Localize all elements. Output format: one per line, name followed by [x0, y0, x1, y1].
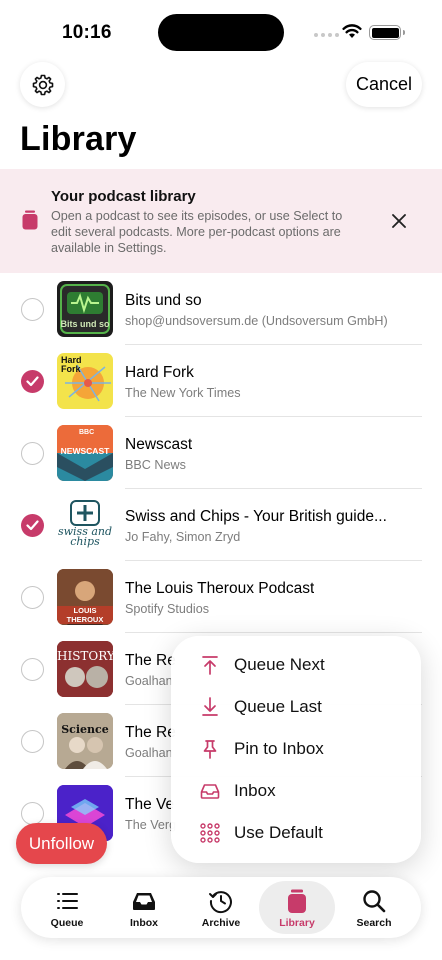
status-time: 10:16 [62, 22, 112, 43]
artwork-caption: LOUIS THEROUX [57, 606, 113, 624]
library-icon [22, 210, 38, 230]
artwork-caption: Science [61, 723, 109, 736]
wifi-icon [342, 24, 362, 38]
tab-archive[interactable]: Archive [183, 881, 259, 934]
page-title: Library [20, 120, 137, 158]
tab-label: Library [279, 917, 315, 929]
arrow-up-to-line-icon [202, 656, 218, 675]
cellular-signal-icon [314, 33, 339, 37]
battery-icon [369, 25, 405, 40]
selection-circle[interactable] [21, 442, 44, 465]
artwork-caption: NEWSCAST [60, 446, 110, 456]
podcast-author: BBC News [125, 458, 186, 472]
podcast-title: Hard Fork [125, 364, 194, 381]
podcast-artwork: BBC NEWSCAST [57, 425, 113, 481]
podcast-author: Jo Fahy, Simon Zryd [125, 530, 241, 544]
podcast-title: Newscast [125, 436, 193, 453]
podcast-artwork: HISTORY [57, 641, 113, 697]
podcast-artwork: LOUIS THEROUX [57, 569, 113, 625]
podcast-title: The Ve [125, 796, 175, 813]
selection-circle[interactable] [21, 658, 44, 681]
magnifier-icon [363, 890, 386, 913]
podcast-title: The Louis Theroux Podcast [125, 580, 315, 597]
unfollow-button[interactable]: Unfollow [16, 823, 107, 864]
menu-item-inbox[interactable]: Inbox [171, 771, 421, 811]
podcast-row[interactable]: swiss and chips Swiss and Chips - Your B… [0, 489, 442, 561]
podcast-artwork: Science [57, 713, 113, 769]
artwork-caption: swiss and chips [57, 525, 113, 548]
selection-circle[interactable] [21, 802, 44, 825]
close-icon[interactable] [388, 210, 410, 232]
artwork-caption: HISTORY [57, 649, 113, 663]
artwork-badge: BBC [79, 429, 95, 436]
tab-label: Search [356, 917, 392, 929]
podcast-title: The Re [125, 652, 176, 669]
podcast-author: The New York Times [125, 386, 241, 400]
banner-text: Open a podcast to see its episodes, or u… [51, 209, 343, 255]
grid-dots-icon [200, 823, 220, 843]
menu-item-queue-next[interactable]: Queue Next [171, 645, 421, 685]
tab-label: Queue [50, 917, 84, 929]
inbox-icon [133, 893, 155, 910]
podcast-author: shop@undsoversum.de (Undsoversum GmbH) [125, 314, 388, 328]
list-icon [57, 893, 78, 909]
menu-item-label: Queue Next [234, 655, 325, 674]
tab-queue[interactable]: Queue [29, 881, 105, 934]
podcast-artwork: swiss and chips [57, 497, 113, 553]
tab-search[interactable]: Search [336, 881, 412, 934]
podcast-artwork: Bits und so [57, 281, 113, 337]
podcast-row[interactable]: BBC NEWSCAST Newscast BBC News [0, 417, 442, 489]
tab-label: Inbox [130, 917, 158, 929]
library-icon [288, 889, 306, 913]
selection-circle-checked[interactable] [21, 370, 44, 393]
artwork-caption: Bits und so [60, 319, 110, 329]
podcast-row[interactable]: Bits und so Bits und so shop@undsoversum… [0, 273, 442, 345]
people-art-icon [57, 713, 113, 769]
context-menu: Queue Next Queue Last Pin to Inbox Inbox… [171, 636, 421, 863]
selection-circle-checked[interactable] [21, 514, 44, 537]
tab-inbox[interactable]: Inbox [106, 881, 182, 934]
inbox-tray-icon [200, 784, 220, 799]
banner-title: Your podcast library [51, 188, 196, 205]
artwork-caption: Hard Fork [61, 355, 82, 374]
menu-item-label: Queue Last [234, 697, 322, 716]
arrow-down-to-line-icon [202, 697, 218, 716]
clock-history-icon [209, 891, 232, 914]
podcast-author: Goalhan [125, 746, 173, 760]
menu-item-use-default[interactable]: Use Default [171, 813, 421, 853]
menu-item-label: Pin to Inbox [234, 739, 324, 758]
checkmark-icon [26, 520, 39, 531]
podcast-author: The Verg [125, 818, 177, 832]
podcast-title: The Re [125, 724, 176, 741]
menu-item-pin-to-inbox[interactable]: Pin to Inbox [171, 729, 421, 769]
status-bar: 10:16 [0, 0, 442, 60]
selection-circle[interactable] [21, 730, 44, 753]
tab-label: Archive [201, 917, 241, 929]
menu-item-queue-last[interactable]: Queue Last [171, 687, 421, 727]
cancel-button[interactable]: Cancel [346, 62, 422, 107]
settings-button[interactable] [20, 62, 65, 107]
gear-icon [32, 74, 53, 95]
selection-circle[interactable] [21, 586, 44, 609]
tab-bar: Queue Inbox Archive Library Search [21, 877, 421, 938]
podcast-row[interactable]: LOUIS THEROUX The Louis Theroux Podcast … [0, 561, 442, 633]
podcast-author: Goalhan [125, 674, 173, 688]
podcast-title: Swiss and Chips - Your British guide... [125, 508, 387, 525]
menu-item-label: Use Default [234, 823, 323, 842]
podcast-title: Bits und so [125, 292, 202, 309]
podcast-author: Spotify Studios [125, 602, 210, 616]
pin-icon [203, 740, 217, 759]
selection-circle[interactable] [21, 298, 44, 321]
menu-item-label: Inbox [234, 781, 276, 800]
tab-library[interactable]: Library [259, 881, 335, 934]
dynamic-island [158, 14, 284, 51]
checkmark-icon [26, 376, 39, 387]
podcast-artwork: Hard Fork [57, 353, 113, 409]
podcast-row[interactable]: Hard Fork Hard Fork The New York Times [0, 345, 442, 417]
